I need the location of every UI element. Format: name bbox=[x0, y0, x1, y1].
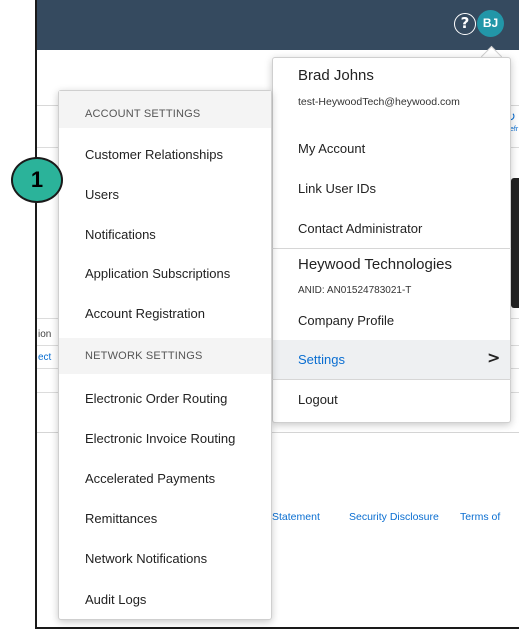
user-avatar-button[interactable]: BJ bbox=[477, 10, 504, 37]
menu-item-settings[interactable]: Settings > bbox=[273, 340, 510, 379]
help-icon[interactable]: ? bbox=[454, 13, 476, 35]
menu-item-contact-administrator[interactable]: Contact Administrator bbox=[298, 221, 422, 236]
refresh-partial-label: efr bbox=[510, 126, 519, 133]
settings-item-remittances[interactable]: Remittances bbox=[85, 511, 157, 526]
settings-item-users[interactable]: Users bbox=[85, 187, 119, 202]
menu-item-link-user-ids[interactable]: Link User IDs bbox=[298, 181, 376, 196]
account-settings-header: ACCOUNT SETTINGS bbox=[85, 108, 201, 120]
profile-company-anid: ANID: AN01524783021-T bbox=[298, 285, 412, 296]
step-callout-badge: 1 bbox=[11, 157, 63, 203]
profile-company-name: Heywood Technologies bbox=[298, 256, 452, 273]
background-partial-label: ion bbox=[38, 329, 52, 340]
background-image-edge bbox=[511, 178, 519, 308]
profile-menu-separator bbox=[272, 379, 511, 380]
settings-item-electronic-order-routing[interactable]: Electronic Order Routing bbox=[85, 391, 227, 406]
settings-item-account-registration[interactable]: Account Registration bbox=[85, 306, 205, 321]
settings-item-application-subscriptions[interactable]: Application Subscriptions bbox=[85, 266, 230, 281]
menu-item-company-profile[interactable]: Company Profile bbox=[298, 313, 394, 328]
profile-menu-separator bbox=[272, 248, 511, 249]
settings-item-customer-relationships[interactable]: Customer Relationships bbox=[85, 147, 223, 162]
top-navigation-bar bbox=[37, 0, 519, 50]
profile-user-name: Brad Johns bbox=[298, 67, 374, 84]
settings-item-electronic-invoice-routing[interactable]: Electronic Invoice Routing bbox=[85, 431, 235, 446]
menu-item-settings-label: Settings bbox=[298, 352, 345, 367]
settings-item-accelerated-payments[interactable]: Accelerated Payments bbox=[85, 471, 215, 486]
settings-item-notifications[interactable]: Notifications bbox=[85, 227, 156, 242]
network-settings-header: NETWORK SETTINGS bbox=[85, 350, 203, 362]
menu-item-logout[interactable]: Logout bbox=[298, 392, 338, 407]
settings-item-network-notifications[interactable]: Network Notifications bbox=[85, 551, 207, 566]
chevron-right-icon: > bbox=[487, 348, 501, 367]
menu-item-my-account[interactable]: My Account bbox=[298, 141, 365, 156]
settings-item-audit-logs[interactable]: Audit Logs bbox=[85, 592, 146, 607]
background-partial-link[interactable]: ect bbox=[38, 352, 51, 363]
footer-link-terms[interactable]: Terms of bbox=[460, 511, 500, 523]
footer-link-statement[interactable]: Statement bbox=[272, 511, 320, 523]
footer-link-security-disclosure[interactable]: Security Disclosure bbox=[349, 511, 439, 523]
profile-user-email: test-HeywoodTech@heywood.com bbox=[298, 96, 460, 108]
